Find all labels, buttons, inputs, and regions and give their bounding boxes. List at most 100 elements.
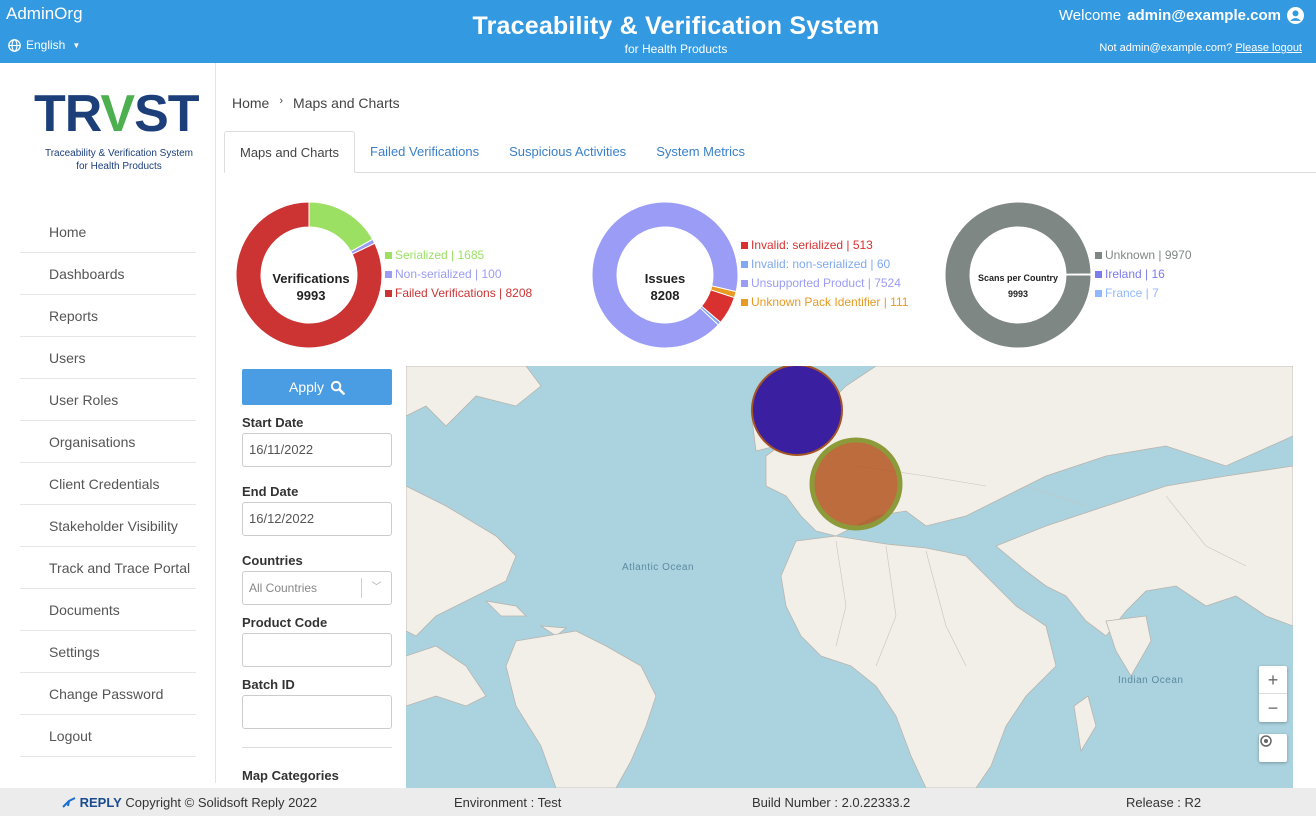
legend-item[interactable]: Failed Verifications | 8208 [385, 284, 532, 303]
legend-swatch [385, 252, 392, 259]
footer-build-number: Build Number : 2.0.22333.2 [752, 795, 911, 810]
start-date-input[interactable]: 16/11/2022 [242, 433, 392, 467]
reply-logo-icon [62, 797, 76, 808]
legend-label: Non-serialized | 100 [395, 267, 502, 281]
breadcrumb: Home › Maps and Charts [232, 95, 400, 111]
world-map[interactable]: Atlantic Ocean Indian Ocean + − [406, 366, 1293, 788]
countries-label: Countries [242, 553, 303, 568]
legend-swatch [741, 261, 748, 268]
legend-item[interactable]: Invalid: serialized | 513 [741, 236, 908, 255]
legend-swatch [741, 299, 748, 306]
not-user-label: Not admin@example.com? [1099, 42, 1233, 54]
batch-id-label: Batch ID [242, 677, 295, 692]
search-icon [330, 380, 345, 395]
legend-swatch [385, 290, 392, 297]
apply-button[interactable]: Apply [242, 369, 392, 405]
reply-brand: REPLY [79, 795, 122, 810]
sidebar-item-stakeholder-visibility[interactable]: Stakeholder Visibility [20, 505, 196, 547]
breadcrumb-chevron-icon: › [279, 95, 284, 107]
tab-suspicious-activities[interactable]: Suspicious Activities [494, 131, 641, 173]
end-date-label: End Date [242, 484, 299, 499]
scans-total: 9993 [1007, 289, 1029, 299]
not-user-text: Not admin@example.com? Please logout [1099, 42, 1302, 54]
scans-title: Scans per Country [977, 273, 1059, 283]
legend-swatch [741, 280, 748, 287]
welcome-prefix: Welcome [1058, 7, 1122, 24]
sidebar-item-client-credentials[interactable]: Client Credentials [20, 463, 196, 505]
sidebar-item-track-and-trace[interactable]: Track and Trace Portal [20, 547, 196, 589]
logo-subtitle-line2: for Health Products [76, 161, 162, 172]
verifications-title: Verifications [272, 271, 350, 286]
tab-maps-and-charts[interactable]: Maps and Charts [224, 131, 355, 173]
zoom-in-button[interactable]: + [1259, 666, 1287, 694]
sidebar-item-change-password[interactable]: Change Password [20, 673, 196, 715]
legend-swatch [385, 271, 392, 278]
sidebar-item-home[interactable]: Home [20, 211, 196, 253]
legend-label: Unknown | 9970 [1105, 248, 1192, 262]
legend-item[interactable]: Ireland | 16 [1095, 265, 1192, 284]
legend-label: Invalid: non-serialized | 60 [751, 257, 891, 271]
legend-item[interactable]: Unknown | 9970 [1095, 246, 1192, 265]
logo-text-v: V [100, 85, 135, 143]
sidebar-item-user-roles[interactable]: User Roles [20, 379, 196, 421]
footer-copyright-block: REPLY Copyright © Solidsoft Reply 2022 [62, 795, 317, 810]
trvst-logo: TRVST Traceability & Verification System… [34, 87, 204, 173]
legend-label: Serialized | 1685 [395, 248, 485, 262]
scans-center-label: Scans per Country 9993 [963, 270, 1073, 302]
batch-id-input[interactable] [242, 695, 392, 729]
legend-swatch [1095, 271, 1102, 278]
countries-select[interactable]: All Countries ﹀ [242, 571, 392, 605]
logo-text-a: TR [34, 85, 101, 143]
logout-link[interactable]: Please logout [1235, 42, 1302, 54]
footer-copyright: Copyright © Solidsoft Reply 2022 [125, 795, 318, 810]
tab-failed-verifications[interactable]: Failed Verifications [355, 131, 494, 173]
sidebar-item-organisations[interactable]: Organisations [20, 421, 196, 463]
end-date-input[interactable]: 16/12/2022 [242, 502, 392, 536]
product-code-input[interactable] [242, 633, 392, 667]
welcome-user: Welcome admin@example.com [1059, 7, 1304, 24]
sidebar: TRVST Traceability & Verification System… [20, 63, 216, 783]
compass-glyph-icon [1260, 735, 1272, 747]
sidebar-item-users[interactable]: Users [20, 337, 196, 379]
tab-bar: Maps and Charts Failed Verifications Sus… [224, 131, 1316, 173]
filter-divider [242, 747, 392, 748]
legend-item[interactable]: Unknown Pack Identifier | 111 [741, 293, 908, 312]
issues-legend: Invalid: serialized | 513 Invalid: non-se… [741, 236, 908, 312]
legend-label: Invalid: serialized | 513 [751, 238, 873, 252]
tab-system-metrics[interactable]: System Metrics [641, 131, 760, 173]
sidebar-item-documents[interactable]: Documents [20, 589, 196, 631]
legend-item[interactable]: Serialized | 1685 [385, 246, 532, 265]
logo-text-b: ST [134, 85, 199, 143]
map-categories-label: Map Categories [242, 768, 339, 783]
logo-subtitle-line1: Traceability & Verification System [44, 148, 194, 159]
verifications-total: 9993 [296, 288, 326, 303]
compass-icon[interactable] [1259, 734, 1287, 762]
user-email: admin@example.com [1127, 7, 1281, 24]
legend-item[interactable]: Non-serialized | 100 [385, 265, 532, 284]
issues-center-label: Issues 8208 [610, 270, 720, 304]
start-date-label: Start Date [242, 415, 304, 430]
legend-item[interactable]: Invalid: non-serialized | 60 [741, 255, 908, 274]
map-bubble-ireland[interactable] [751, 366, 843, 456]
map-bubble-france[interactable] [809, 437, 903, 531]
breadcrumb-current: Maps and Charts [293, 95, 400, 111]
legend-item[interactable]: France | 7 [1095, 284, 1192, 303]
top-header: AdminOrg English ▼ Traceability & Verifi… [0, 0, 1316, 63]
legend-label: Unknown Pack Identifier | 111 [751, 295, 909, 309]
scans-legend: Unknown | 9970 Ireland | 16 France | 7 [1095, 246, 1192, 303]
sidebar-item-dashboards[interactable]: Dashboards [20, 253, 196, 295]
filter-panel: Apply Start Date 16/11/2022 End Date 16/… [242, 369, 392, 783]
zoom-out-button[interactable]: − [1259, 694, 1287, 722]
verifications-center-label: Verifications 9993 [256, 270, 366, 304]
issues-title: Issues [644, 271, 686, 286]
sidebar-item-logout[interactable]: Logout [20, 715, 196, 757]
sidebar-item-settings[interactable]: Settings [20, 631, 196, 673]
legend-item[interactable]: Unsupported Product | 7524 [741, 274, 908, 293]
footer-release: Release : R2 [1126, 795, 1202, 810]
user-avatar-icon[interactable] [1287, 7, 1304, 24]
product-code-label: Product Code [242, 615, 328, 630]
legend-label: France | 7 [1105, 286, 1159, 300]
breadcrumb-home[interactable]: Home [232, 95, 269, 111]
sidebar-item-reports[interactable]: Reports [20, 295, 196, 337]
countries-value: All Countries [249, 581, 318, 595]
